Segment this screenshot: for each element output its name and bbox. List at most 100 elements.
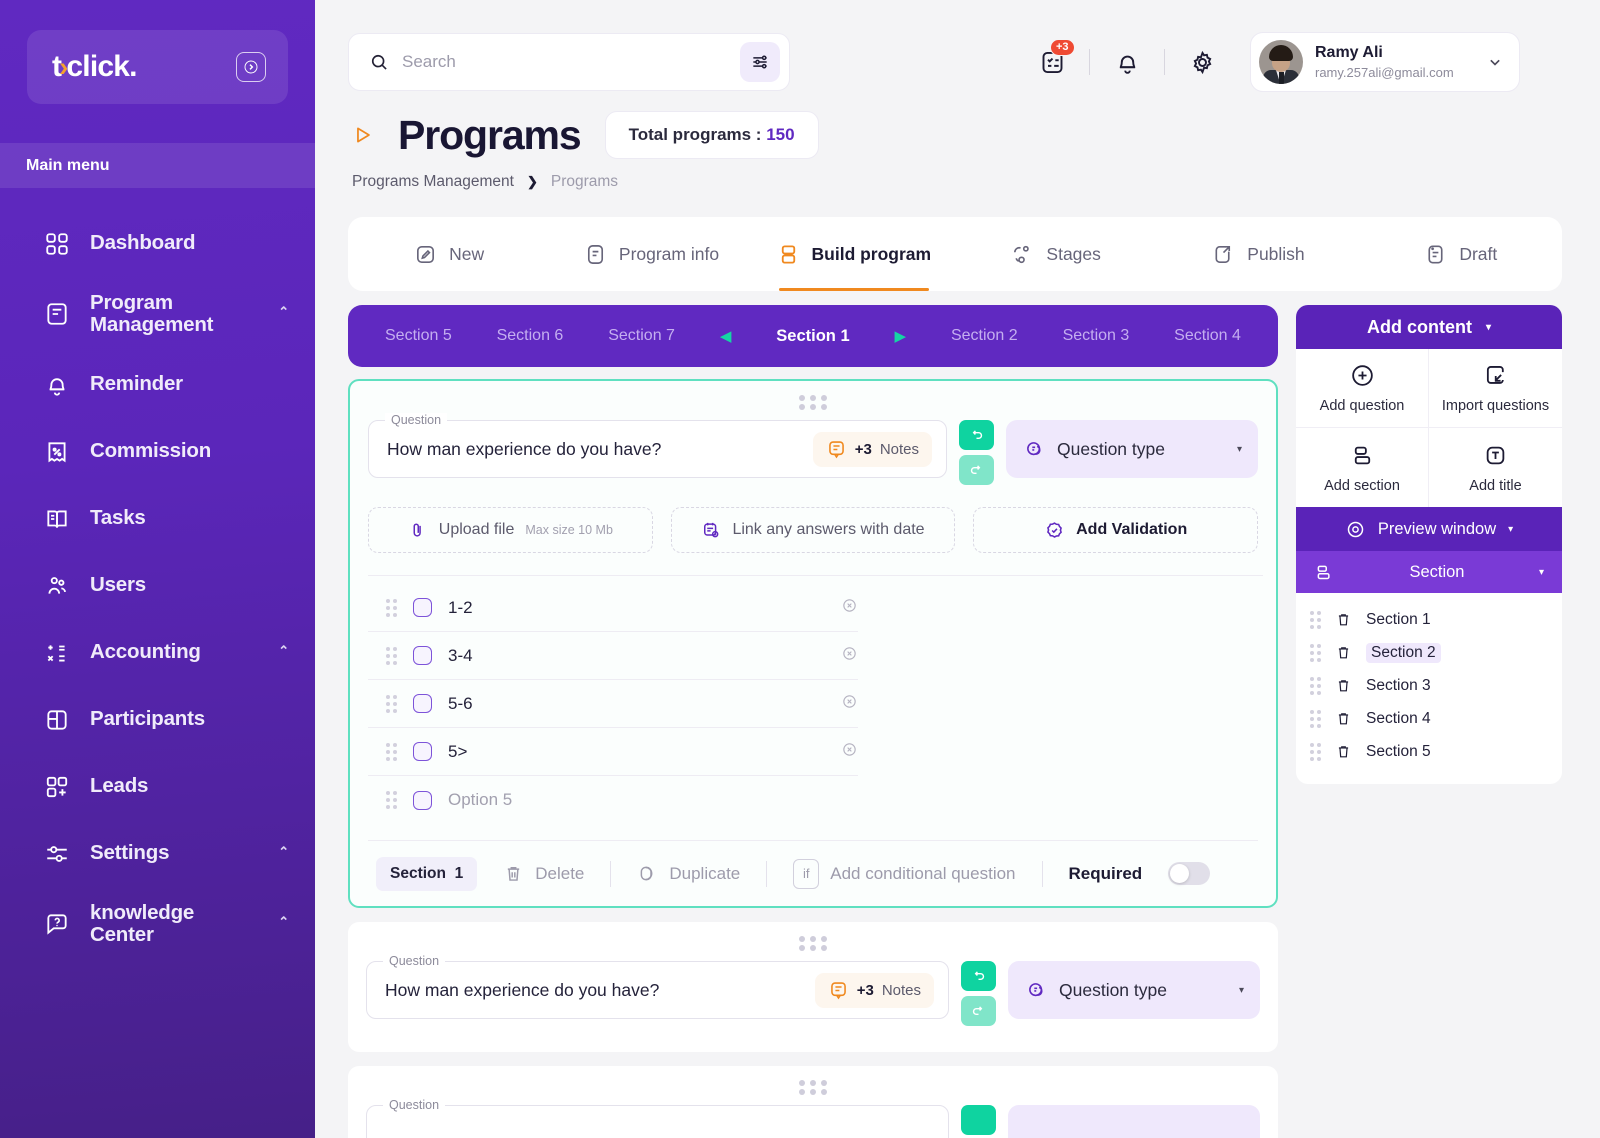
drag-grip-icon[interactable] — [1310, 742, 1321, 761]
chevron-up-icon[interactable]: ⌃ — [278, 844, 289, 860]
drag-grip-icon[interactable] — [386, 791, 397, 809]
add-conditional-question-button[interactable]: if Add conditional question — [767, 858, 1041, 889]
redo-button[interactable] — [959, 455, 994, 485]
drag-grip-icon[interactable] — [386, 646, 397, 665]
tab-build-program[interactable]: Build program — [753, 217, 955, 291]
notes-badge[interactable]: +3 Notes — [812, 431, 932, 467]
option-row[interactable]: 5-6 — [368, 680, 858, 728]
option-checkbox[interactable] — [413, 790, 432, 810]
breadcrumb-parent[interactable]: Programs Management — [352, 173, 514, 191]
remove-option-icon[interactable] — [841, 645, 858, 667]
sidebar-item-settings[interactable]: Settings ⌃ — [0, 820, 315, 887]
search-box[interactable] — [348, 33, 790, 91]
search-filter-button[interactable] — [740, 42, 780, 82]
question-text[interactable]: How man experience do you have? — [385, 980, 815, 1001]
question-type-select[interactable]: Question type ▾ — [1008, 961, 1260, 1019]
tab-program-info[interactable]: Program info — [550, 217, 752, 291]
chevron-down-icon[interactable]: ▾ — [1239, 985, 1244, 996]
remove-option-icon[interactable] — [841, 741, 858, 763]
option-label[interactable]: 1-2 — [448, 598, 825, 618]
sidebar-item-commission[interactable]: Commission — [0, 418, 315, 485]
chevron-up-icon[interactable]: ⌃ — [278, 304, 289, 320]
sidebar-item-tasks[interactable]: Tasks — [0, 485, 315, 552]
section-nav-item[interactable]: Section 2 — [951, 327, 1018, 345]
tab-draft[interactable]: Draft — [1360, 217, 1562, 291]
section-prev-arrow-icon[interactable]: ◀ — [720, 327, 732, 345]
chevron-down-icon[interactable]: ▾ — [1539, 567, 1544, 578]
section-list-item-selected[interactable]: Section 2 — [1296, 636, 1562, 669]
sidebar-item-users[interactable]: Users — [0, 552, 315, 619]
option-label[interactable]: 5> — [448, 742, 825, 762]
duplicate-question-button[interactable]: Duplicate — [611, 863, 766, 884]
section-list-item[interactable]: Section 4 — [1296, 702, 1562, 735]
search-input[interactable] — [402, 52, 727, 72]
question-text[interactable]: How man experience do you have? — [387, 439, 813, 460]
section-nav-item[interactable]: Section 5 — [385, 327, 452, 345]
add-section-tile[interactable]: Add section — [1296, 428, 1429, 507]
section-nav-item[interactable]: Section 7 — [608, 327, 675, 345]
trash-icon[interactable] — [1335, 611, 1352, 628]
question-input-wrapper[interactable]: Question How man experience do you have?… — [366, 954, 949, 1019]
chevron-down-icon[interactable]: ▾ — [1237, 444, 1242, 455]
user-profile-menu[interactable]: Ramy Ali ramy.257ali@gmail.com — [1250, 32, 1520, 92]
question-input-wrapper[interactable]: Question — [366, 1098, 949, 1138]
sidebar-item-program-management[interactable]: Program Management ⌃ — [0, 277, 315, 351]
option-label[interactable]: 5-6 — [448, 694, 825, 714]
drag-grip-icon[interactable] — [386, 742, 397, 761]
trash-icon[interactable] — [1335, 743, 1352, 760]
question-input-wrapper[interactable]: Question How man experience do you have?… — [368, 413, 947, 478]
drag-handle[interactable] — [366, 936, 1260, 961]
question-type-select[interactable]: Question type ▾ — [1006, 420, 1258, 478]
section-list-item[interactable]: Section 3 — [1296, 669, 1562, 702]
drag-handle[interactable] — [368, 395, 1258, 420]
drag-grip-icon[interactable] — [386, 694, 397, 713]
section-list-header[interactable]: Section ▾ — [1296, 551, 1562, 593]
section-nav-item[interactable]: Section 6 — [497, 327, 564, 345]
tasks-button[interactable]: +3 — [1031, 39, 1075, 83]
add-content-button[interactable]: Add content ▾ — [1296, 305, 1562, 349]
drag-grip-icon[interactable] — [1310, 709, 1321, 728]
drag-grip-icon[interactable] — [1310, 643, 1321, 662]
preview-window-button[interactable]: Preview window ▾ — [1296, 507, 1562, 551]
chevron-down-icon[interactable] — [1485, 52, 1505, 72]
option-row[interactable]: 5> — [368, 728, 858, 776]
section-next-arrow-icon[interactable]: ▶ — [895, 327, 907, 345]
section-list-item[interactable]: Section 5 — [1296, 735, 1562, 768]
sidebar-item-participants[interactable]: Participants — [0, 686, 315, 753]
section-nav-item[interactable]: Section 3 — [1063, 327, 1130, 345]
option-label[interactable]: 3-4 — [448, 646, 825, 666]
drag-grip-icon[interactable] — [1310, 610, 1321, 629]
required-toggle[interactable] — [1168, 862, 1211, 885]
tab-stages[interactable]: Stages — [955, 217, 1157, 291]
undo-button[interactable] — [961, 961, 996, 991]
remove-option-icon[interactable] — [841, 693, 858, 715]
notifications-button[interactable] — [1106, 41, 1148, 83]
settings-button[interactable] — [1181, 41, 1223, 83]
add-question-tile[interactable]: Add question — [1296, 349, 1429, 428]
drag-grip-icon[interactable] — [386, 598, 397, 617]
chevron-up-icon[interactable]: ⌃ — [278, 914, 289, 930]
option-checkbox[interactable] — [413, 694, 432, 713]
delete-question-button[interactable]: Delete — [477, 863, 610, 884]
sidebar-item-leads[interactable]: Leads — [0, 753, 315, 820]
add-validation-button[interactable]: Add Validation — [973, 507, 1259, 553]
question-type-select[interactable] — [1008, 1105, 1260, 1138]
chevron-down-icon[interactable]: ▾ — [1508, 524, 1513, 535]
sidebar-item-accounting[interactable]: Accounting ⌃ — [0, 619, 315, 686]
option-checkbox[interactable] — [413, 598, 432, 617]
drag-grip-icon[interactable] — [1310, 676, 1321, 695]
notes-badge[interactable]: +3 Notes — [814, 972, 934, 1008]
section-list-item[interactable]: Section 1 — [1296, 603, 1562, 636]
option-row[interactable]: 3-4 — [368, 632, 858, 680]
tab-new[interactable]: New — [348, 217, 550, 291]
sidebar-collapse-button[interactable] — [236, 52, 266, 82]
undo-button[interactable] — [959, 420, 994, 450]
drag-handle[interactable] — [366, 1080, 1260, 1105]
section-nav-item[interactable]: Section 4 — [1174, 327, 1241, 345]
chevron-up-icon[interactable]: ⌃ — [278, 643, 289, 659]
redo-button[interactable] — [961, 996, 996, 1026]
option-label[interactable]: Option 5 — [448, 790, 858, 810]
trash-icon[interactable] — [1335, 710, 1352, 727]
link-answers-date-button[interactable]: Link any answers with date — [670, 507, 956, 553]
trash-icon[interactable] — [1335, 644, 1352, 661]
